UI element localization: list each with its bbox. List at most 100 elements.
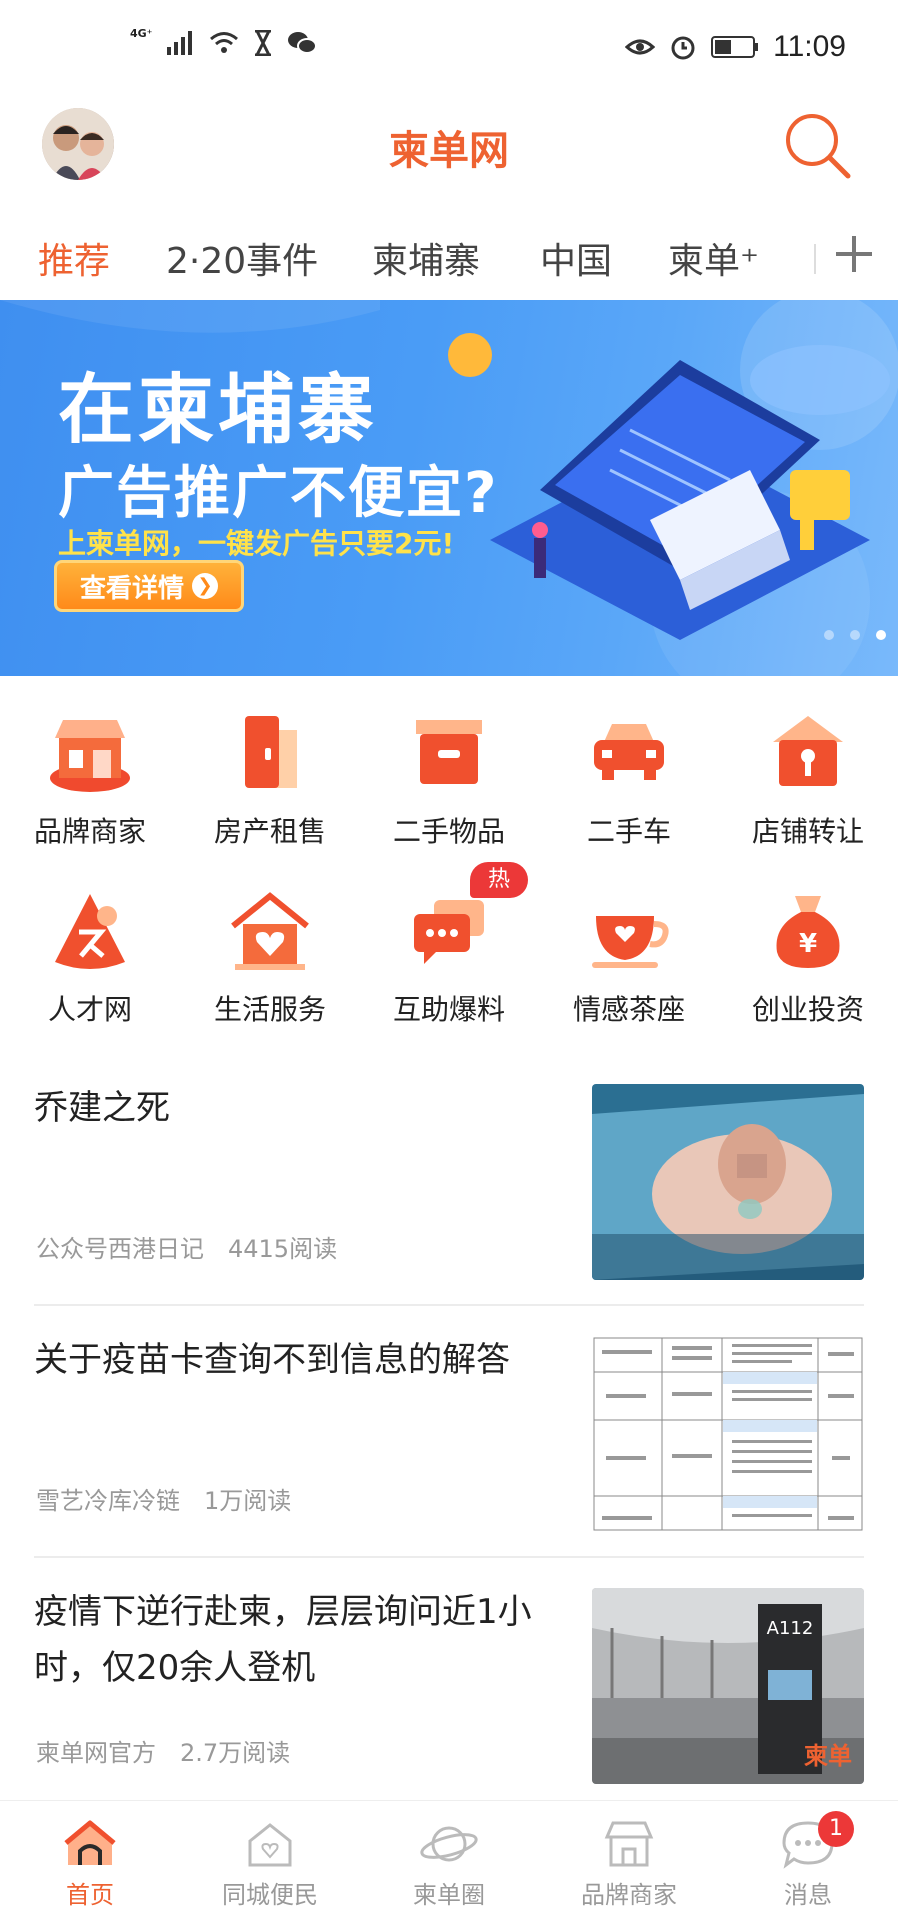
tab-recommend[interactable]: 推荐 [38,232,110,284]
category-brand-shops[interactable]: 品牌商家 [0,690,180,860]
home-icon [64,1820,116,1865]
category-startup-investment[interactable]: ¥ 创业投资 [718,868,898,1038]
article-thumbnail: A112 柬单 [592,1588,864,1784]
tab-220-event[interactable]: 2·20事件 [166,232,318,284]
hot-badge: 热 [470,862,528,898]
category-label: 生活服务 [213,993,326,1026]
arrow-right-icon: ❯ [192,573,218,599]
article-thumbnail [592,1336,864,1532]
tab-cambodia[interactable]: 柬埔寨 [372,232,480,284]
battery-icon [711,36,759,58]
category-label: 二手车 [586,815,671,848]
add-channel-button[interactable] [832,232,876,276]
eye-icon [625,39,656,55]
banner-pager [824,630,886,640]
box-icon [416,720,482,784]
article-meta: 雪艺冷库冷链 1万阅读 [36,1481,291,1516]
pager-dot[interactable] [824,630,834,640]
category-talent[interactable]: 人才网 [0,868,180,1038]
door-icon [245,716,297,788]
nav-label: 消息 [784,1881,832,1909]
banner-offer: 上柬单网，一键发广告只要2元! [58,527,455,560]
promo-banner[interactable]: 在柬埔寨 广告推广不便宜? 上柬单网，一键发广告只要2元! 查看详情 ❯ [0,300,898,676]
nav-label: 首页 [66,1881,114,1909]
article-thumbnail [592,1084,864,1280]
laptop-illustration [448,333,890,640]
category-label: 店铺转让 [751,815,864,848]
article-reads: 1万阅读 [204,1487,292,1515]
unread-badge: 1 [818,1811,854,1847]
alarm-icon [671,36,695,60]
tab-divider [814,244,816,274]
nav-label: 品牌商家 [581,1881,677,1909]
nav-label: 同城便民 [222,1881,318,1909]
article-title: 关于疫苗卡查询不到信息的解答 [34,1340,510,1380]
article-item[interactable]: 乔建之死 公众号西港日记 4415阅读 [34,1064,864,1304]
category-label: 情感茶座 [572,993,685,1026]
house-heart-outline-icon [248,1823,292,1867]
banner-headline: 在柬埔寨 [58,365,378,454]
article-item[interactable]: 关于疫苗卡查询不到信息的解答 雪艺冷库冷链 1万阅读 [34,1316,864,1556]
category-second-hand[interactable]: 二手物品 [359,690,539,860]
network-type: 4G⁺ [130,26,153,40]
article-title: 疫情下逆行赴柬，层层询问近1小时，仅20余人登机 [34,1592,532,1688]
category-label: 房产租售 [213,815,326,848]
gate-sign: A112 [767,1618,814,1639]
search-button[interactable] [778,106,858,186]
storefront-icon [604,1821,654,1867]
plus-icon [836,236,872,272]
article-reads: 2.7万阅读 [180,1739,291,1767]
article-source: 公众号西港日记 [36,1235,204,1263]
talent-icon [55,894,125,969]
status-right: 11:09 [625,30,846,64]
pager-dot[interactable] [850,630,860,640]
clock: 11:09 [773,30,846,63]
category-label: 人才网 [47,993,132,1026]
pager-dot-active[interactable] [876,630,886,640]
article-reads: 4415阅读 [228,1235,338,1263]
banner-details-button[interactable]: 查看详情 ❯ [54,560,244,612]
nav-local-services[interactable]: 同城便民 [180,1801,360,1920]
app-title: 柬单网 [389,128,509,174]
app-header: 柬单网 [0,100,898,220]
store-key-icon [773,716,843,786]
money-bag-icon: ¥ [776,896,840,968]
shop-icon [50,720,130,792]
nav-jiandan-circle[interactable]: 柬单圈 [359,1801,539,1920]
search-icon [786,114,851,179]
category-grid: 品牌商家 房产租售 二手物品 二手车 店铺转让 人才网 生活服务 互助爆料 情感… [0,690,898,1050]
channel-tabs: 推荐 2·20事件 柬埔寨 中国 柬单⁺ [0,220,898,300]
feed-divider [34,1556,864,1558]
category-label: 创业投资 [751,993,864,1026]
status-left: 4G⁺ [130,26,317,56]
category-shop-transfer[interactable]: 店铺转让 [718,690,898,860]
feed-divider [34,1304,864,1306]
article-meta: 公众号西港日记 4415阅读 [36,1229,337,1264]
nav-home[interactable]: 首页 [0,1801,180,1920]
article-title: 乔建之死 [34,1088,170,1128]
category-used-cars[interactable]: 二手车 [539,690,719,860]
signal-icon [166,31,192,55]
nav-messages[interactable]: 消息 1 [718,1801,898,1920]
watermark: 柬单 [804,1742,852,1770]
bottom-navigation: 首页 同城便民 柬单圈 品牌商家 消息 1 [0,1800,898,1920]
category-life-services[interactable]: 生活服务 [180,868,360,1038]
article-item[interactable]: 疫情下逆行赴柬，层层询问近1小时，仅20余人登机 柬单网官方 2.7万阅读 A11… [34,1568,864,1808]
svg-text:¥: ¥ [799,929,817,959]
tab-china[interactable]: 中国 [540,232,612,284]
category-real-estate[interactable]: 房产租售 [180,690,360,860]
article-source: 柬单网官方 [36,1739,156,1767]
category-emotion-tea[interactable]: 情感茶座 [539,868,719,1038]
status-bar: 4G⁺ 11:09 [0,0,898,100]
planet-icon [420,1826,478,1862]
hourglass-icon [254,30,271,56]
house-heart-icon [231,892,309,970]
category-label: 互助爆料 [392,993,505,1026]
nav-brand-shops[interactable]: 品牌商家 [539,1801,719,1920]
banner-details-label: 查看详情 [79,573,184,604]
teacup-icon [592,916,669,968]
category-label: 品牌商家 [33,815,146,848]
tab-jiandan-plus[interactable]: 柬单⁺ [668,232,759,284]
nav-label: 柬单圈 [413,1881,485,1909]
wechat-icon [287,32,317,54]
